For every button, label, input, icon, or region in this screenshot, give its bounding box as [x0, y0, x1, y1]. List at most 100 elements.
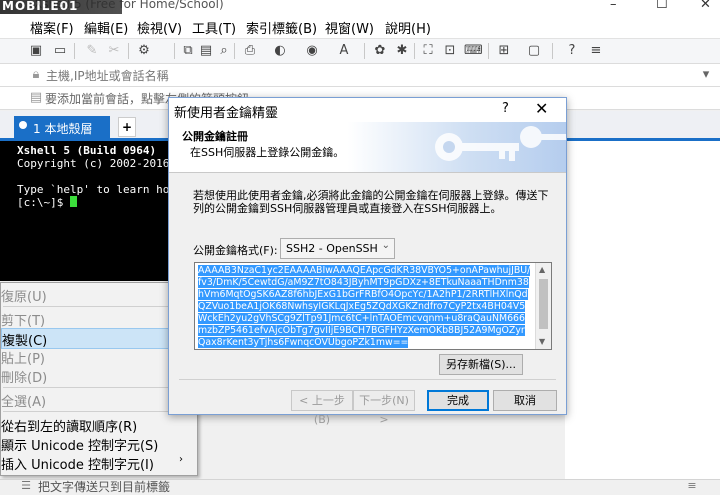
terminal-line: Copyright (c) 2002-2016 Ne: [17, 157, 190, 170]
header-title: 公開金鑰註冊: [182, 130, 248, 143]
dialog-close-button[interactable]: ✕: [535, 99, 548, 118]
compose-icon[interactable]: ⊞: [496, 43, 512, 59]
dialog-header: 公開金鑰註冊 在SSH伺服器上登錄公開金鑰。: [169, 122, 566, 173]
lock-icon[interactable]: ⊡: [442, 43, 458, 59]
new-session-icon[interactable]: ▣: [28, 43, 44, 59]
terminal-line: Xshell 5 (Build 0964): [17, 144, 157, 157]
menu-file[interactable]: 檔案(F): [30, 18, 74, 37]
header-subtitle: 在SSH伺服器上登錄公開金鑰。: [190, 146, 345, 159]
tab-label: 1 本地殼層: [33, 122, 93, 136]
disconnect-icon[interactable]: ✂: [106, 43, 122, 59]
terminal-prompt: [c:\~]$: [17, 196, 70, 209]
textarea-scrollbar[interactable]: ▲ ▼: [535, 263, 551, 349]
next-button[interactable]: 下一步(N) >: [353, 390, 415, 426]
scroll-up-icon[interactable]: ▲: [539, 265, 545, 274]
dialog-description: 若想使用此使用者金鑰,必須將此金鑰的公開金鑰在伺服器上登錄。傳送下列的公開金鑰到…: [193, 189, 549, 215]
new-user-key-wizard-dialog: 新使用者金鑰精靈 ? ✕ 公開金鑰註冊 在SSH伺服器上登錄公開金鑰。 若想使用…: [168, 97, 567, 426]
status-text: 把文字傳送只到目前標籤: [38, 480, 171, 494]
address-input[interactable]: 主機,IP地址或會話名稱: [46, 67, 169, 84]
finish-button[interactable]: 完成: [427, 390, 489, 411]
toolbar: ▣ ▭ ✎ ✂ ⚙ ⧉ ▤ ⌕ ⎙ ◐ ◉ A ✿ ✱ ⛶ ⊡ ⌨ ⊞ ▢ ? …: [0, 39, 720, 64]
copy-icon[interactable]: ⧉: [180, 43, 196, 59]
keyboard-icon[interactable]: ⌨: [464, 43, 483, 59]
chat-icon[interactable]: ▢: [526, 43, 542, 59]
dialog-help-button[interactable]: ?: [502, 101, 509, 116]
maximize-button[interactable]: ☐: [656, 0, 668, 12]
public-key-text: AAAAB3NzaC1yc2EAAAABIwAAAQEApcGdKR38VBYO…: [198, 265, 531, 348]
workspace-background: [565, 141, 720, 479]
chevron-down-icon: ⌄: [381, 240, 390, 251]
open-folder-icon[interactable]: ▭: [52, 43, 68, 59]
toolbar-separator: [234, 43, 235, 59]
status-dot-icon: [19, 121, 27, 129]
menu-window[interactable]: 視窗(W): [325, 18, 374, 37]
menu-edit[interactable]: 編輯(E): [84, 18, 128, 37]
print-icon[interactable]: ⎙: [242, 43, 258, 59]
menu-item-cut[interactable]: 剪下(T): [1, 309, 195, 329]
key-format-value: SSH2 - OpenSSH: [286, 242, 378, 255]
dropdown-arrow-icon[interactable]: ▾: [698, 67, 714, 83]
menu-item-rtl-reading[interactable]: 從右到左的讀取順序(R): [1, 415, 195, 435]
scroll-down-icon[interactable]: ▼: [539, 337, 545, 346]
send-icon[interactable]: ☰: [18, 478, 34, 494]
terminal-line: Type `help' to learn how t: [17, 183, 190, 196]
connect-icon[interactable]: ✎: [84, 43, 100, 59]
menu-separator: [3, 411, 191, 412]
key-format-select[interactable]: SSH2 - OpenSSH ⌄: [280, 238, 395, 259]
public-key-textarea[interactable]: AAAAB3NzaC1yc2EAAAABIwAAAQEApcGdKR38VBYO…: [194, 262, 552, 350]
help-icon[interactable]: ?: [564, 43, 580, 59]
paste-icon[interactable]: ▤: [198, 43, 214, 59]
submenu-arrow-icon: ›: [179, 454, 183, 465]
menu-separator: [3, 387, 191, 388]
status-menu-icon[interactable]: ≡: [684, 478, 700, 494]
menu-item-show-unicode[interactable]: 顯示 Unicode 控制字元(S): [1, 434, 195, 454]
menu-item-undo[interactable]: 復原(U): [1, 285, 195, 305]
menu-tabs[interactable]: 索引標籤(B): [246, 18, 317, 37]
cancel-button[interactable]: 取消: [493, 390, 557, 411]
globe-icon[interactable]: ◉: [304, 43, 320, 59]
tab-local-shell[interactable]: 1 本地殼層: [14, 116, 110, 138]
format-label: 公開金鑰格式(F):: [193, 244, 278, 257]
dialog-title-bar: 新使用者金鑰精靈 ? ✕: [169, 98, 566, 122]
scrollbar-thumb[interactable]: [539, 279, 548, 329]
status-bar: ☰ 把文字傳送只到目前標籤 ≡: [0, 479, 720, 494]
toolbar-separator: [414, 43, 415, 59]
toolbar-separator: [174, 43, 175, 59]
terminal-cursor: [69, 196, 77, 207]
dialog-title: 新使用者金鑰精靈: [174, 106, 279, 121]
add-tab-button[interactable]: +: [118, 117, 136, 137]
menu-item-select-all[interactable]: 全選(A): [1, 390, 195, 410]
xagent-icon[interactable]: ✱: [394, 43, 410, 59]
menu-item-paste[interactable]: 貼上(P): [1, 347, 195, 367]
color-scheme-icon[interactable]: ◐: [272, 43, 288, 59]
minimize-button[interactable]: –: [610, 0, 617, 12]
menu-icon[interactable]: ≡: [588, 43, 604, 59]
address-bar[interactable]: 🔒︎ 主機,IP地址或會話名稱 ▾: [0, 64, 720, 87]
save-as-button[interactable]: 另存新檔(S)...: [439, 354, 523, 375]
font-icon[interactable]: A: [336, 43, 352, 59]
menu-separator: [3, 306, 191, 307]
menu-item-insert-unicode[interactable]: 插入 Unicode 控制字元(I) ›: [1, 453, 195, 473]
lock-small-icon: 🔒︎: [32, 67, 40, 82]
keys-illustration-icon: [435, 126, 566, 161]
dialog-divider: [179, 379, 556, 380]
menu-item-delete[interactable]: 刪除(D): [1, 366, 195, 386]
menu-tools[interactable]: 工具(T): [192, 18, 236, 37]
toolbar-separator: [488, 43, 489, 59]
find-icon[interactable]: ⌕: [216, 43, 232, 59]
menu-bar: 檔案(F) 編輯(E) 檢視(V) 工具(T) 索引標籤(B) 視窗(W) 說明…: [0, 14, 720, 39]
window-close-button[interactable]: ✕: [700, 0, 711, 12]
bookmark-icon: ▤: [29, 90, 43, 105]
toolbar-separator: [74, 43, 75, 59]
menu-item-copy[interactable]: 複製(C): [1, 328, 193, 349]
menu-view[interactable]: 檢視(V): [137, 18, 182, 37]
fullscreen-icon[interactable]: ⛶: [420, 43, 436, 59]
watermark-logo: MOBILE01: [0, 0, 122, 14]
back-button[interactable]: < 上一步(B): [291, 390, 353, 426]
toolbar-separator: [552, 43, 553, 59]
toolbar-separator: [364, 43, 365, 59]
toolbar-separator: [128, 43, 129, 59]
menu-help[interactable]: 說明(H): [385, 18, 431, 37]
xftp-icon[interactable]: ✿: [372, 43, 388, 59]
properties-icon[interactable]: ⚙: [136, 43, 152, 59]
